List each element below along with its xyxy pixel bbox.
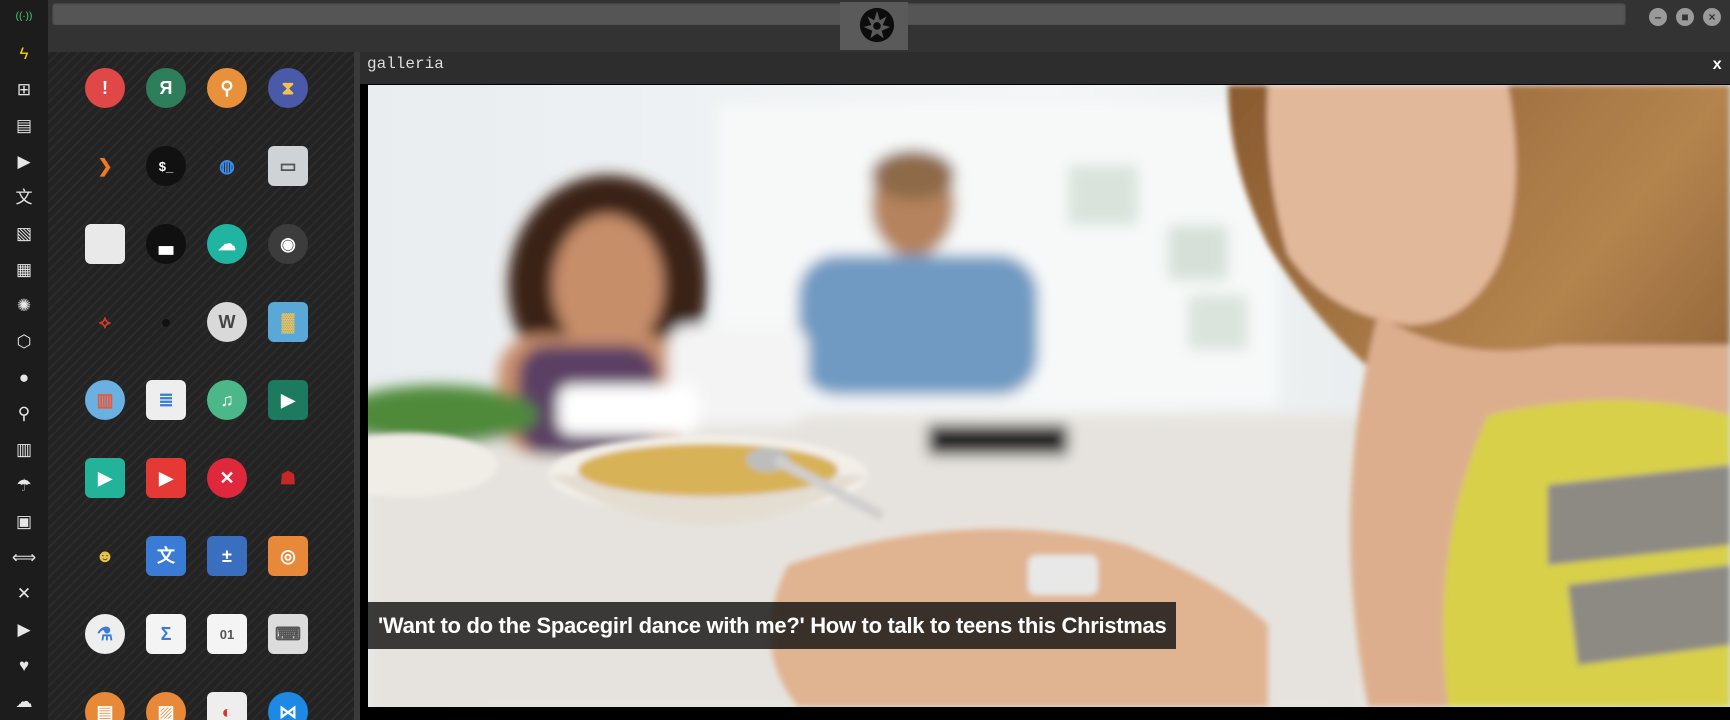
translate-app-icon[interactable]: 文: [146, 536, 186, 576]
music-app-icon[interactable]: ♫: [207, 380, 247, 420]
wifi-icon[interactable]: ((·)): [12, 5, 36, 29]
image-icon[interactable]: ▧: [12, 221, 36, 245]
expand-icon[interactable]: ✕: [12, 581, 36, 605]
top-progress-track: [52, 2, 1626, 25]
app-drawer: ! Я ⚲ ⧗ ❯ $_ ◍ ▭ ▃ ☁ ◉ ⟡ ● W ▓ ▥ ≣ ♫ ▶ ▶ ▶ ✕ ☗ ☻ 文 ± ◎ ⚗ Σ 01 ⌨ ▤ ▨ ◐ ⋈: [48, 52, 354, 720]
gallery-close-button[interactable]: x: [1712, 56, 1722, 74]
photo-app-icon[interactable]: ◎: [268, 536, 308, 576]
play-circle-icon[interactable]: ▶: [12, 149, 36, 173]
link-icon[interactable]: ⟺: [12, 545, 36, 569]
newspaper-icon[interactable]: ▦: [12, 257, 36, 281]
heart-icon[interactable]: ♥: [12, 653, 36, 677]
map-icon[interactable]: ▥: [12, 437, 36, 461]
arrow-app-icon[interactable]: ❯: [85, 146, 125, 186]
windows-icon[interactable]: ⊞: [12, 77, 36, 101]
umbrella-icon[interactable]: ☂: [12, 473, 36, 497]
left-icon-strip: ((·)) ϟ ⊞ ▤ ▶ 文 ▧ ▦ ✺ ⬡ ● ⚲ ▥ ☂ ▣ ⟺ ✕ ▶ ♥ ☁: [0, 0, 48, 720]
drive-app-icon[interactable]: ▭: [268, 146, 308, 186]
rebel-icon[interactable]: ✺: [12, 293, 36, 317]
cloud-icon[interactable]: ☁: [12, 689, 36, 713]
terminal-app-icon[interactable]: $_: [146, 146, 186, 186]
presentation-app-icon[interactable]: ◐: [207, 692, 247, 720]
sigma-app-icon[interactable]: Σ: [146, 614, 186, 654]
top-bar: [48, 0, 1730, 52]
hourglass-app-icon[interactable]: ⧗: [268, 68, 308, 108]
steam-app-icon[interactable]: ▃: [146, 224, 186, 264]
search-icon[interactable]: ⚲: [12, 401, 36, 425]
notepad-app-icon[interactable]: ≣: [146, 380, 186, 420]
keyboard-app-icon[interactable]: ⌨: [268, 614, 308, 654]
rebel-alliance-logo-icon[interactable]: [858, 6, 896, 44]
window-close-button[interactable]: ×: [1703, 8, 1721, 26]
binary-app-icon[interactable]: 01: [207, 614, 247, 654]
starfleet-app-icon[interactable]: ⟡: [85, 302, 125, 342]
gallery-window: galleria x 'Want to do the Spacegirl dan…: [360, 52, 1730, 720]
gallery-header: galleria x: [360, 52, 1730, 84]
wikipedia-app-icon[interactable]: W: [207, 302, 247, 342]
lightning-icon[interactable]: ϟ: [12, 41, 36, 65]
books-app-icon[interactable]: ▥: [85, 380, 125, 420]
window-app-icon[interactable]: [85, 224, 125, 264]
minimize-button[interactable]: –: [1649, 8, 1667, 26]
youtube-red-app-icon[interactable]: ▶: [146, 458, 186, 498]
search-app-icon[interactable]: ⚲: [207, 68, 247, 108]
vscode-app-icon[interactable]: ⋈: [268, 692, 308, 720]
translate-icon[interactable]: 文: [12, 185, 36, 209]
cloud-lock-app-icon[interactable]: ☁: [207, 224, 247, 264]
image-viewer-app-icon[interactable]: ▨: [146, 692, 186, 720]
error-app-icon[interactable]: ✕: [207, 458, 247, 498]
globe-app-icon[interactable]: ◍: [207, 146, 247, 186]
network-icon[interactable]: ⬡: [12, 329, 36, 353]
calculator-app-icon[interactable]: ±: [207, 536, 247, 576]
player-app-icon[interactable]: ▶: [85, 458, 125, 498]
gallery-title: galleria: [367, 55, 444, 73]
archive-icon[interactable]: ▤: [12, 113, 36, 137]
warning-app-icon[interactable]: !: [85, 68, 125, 108]
document-app-icon[interactable]: ▤: [85, 692, 125, 720]
yandex-app-icon[interactable]: Я: [146, 68, 186, 108]
youtube-icon[interactable]: ▶: [12, 617, 36, 641]
maximize-button[interactable]: ■: [1676, 8, 1694, 26]
robot-app-icon[interactable]: ☻: [85, 536, 125, 576]
ironman-app-icon[interactable]: ☗: [268, 458, 308, 498]
photo-caption: 'Want to do the Spacegirl dance with me?…: [368, 602, 1177, 649]
github-app-icon[interactable]: ◉: [268, 224, 308, 264]
globe-icon[interactable]: ●: [12, 365, 36, 389]
contact-icon[interactable]: ▣: [12, 509, 36, 533]
deathstar-app-icon[interactable]: ●: [146, 302, 186, 342]
video-app-icon[interactable]: ▶: [268, 380, 308, 420]
flask-app-icon[interactable]: ⚗: [85, 614, 125, 654]
worldmap-app-icon[interactable]: ▓: [268, 302, 308, 342]
